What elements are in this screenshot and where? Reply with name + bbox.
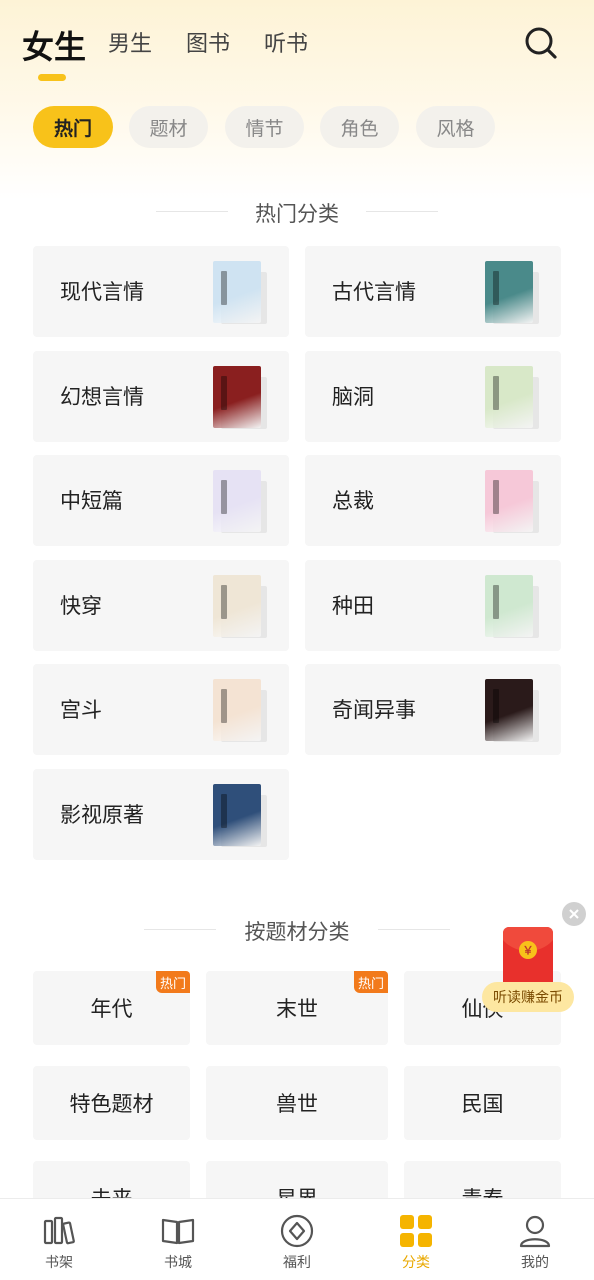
promo-label[interactable]: 听读赚金币: [482, 982, 574, 1012]
section-divider-right: [378, 929, 450, 930]
nav-label: 我的: [521, 1255, 549, 1271]
hot-category-card[interactable]: 宫斗: [33, 664, 289, 755]
cover-title-strip: [221, 376, 227, 410]
category-label: 总裁: [332, 489, 374, 513]
category-label: 年代: [90, 997, 133, 1021]
cover-title-strip: [493, 480, 499, 514]
search-icon[interactable]: [524, 26, 558, 60]
book-cover-image: [213, 575, 261, 637]
subject-category-card[interactable]: 特色题材: [33, 1066, 190, 1140]
filter-chip-subject[interactable]: 题材: [129, 106, 208, 148]
book-cover-image: [485, 366, 533, 428]
filter-chip-style[interactable]: 风格: [416, 106, 495, 148]
subject-category-card[interactable]: 年代 热门: [33, 971, 190, 1045]
nav-item-profile[interactable]: 我的: [476, 1199, 594, 1280]
red-packet-icon[interactable]: ￥: [503, 927, 553, 989]
nav-item-category[interactable]: 分类: [357, 1199, 475, 1280]
nav-label: 书架: [45, 1255, 73, 1271]
category-icon: [400, 1215, 432, 1247]
filter-chip-hot[interactable]: 热门: [33, 106, 113, 148]
tab-male[interactable]: 男生: [108, 26, 152, 58]
subject-category-card[interactable]: 民国: [404, 1066, 561, 1140]
nav-item-bookstore[interactable]: 书城: [119, 1199, 237, 1280]
close-icon: [569, 909, 579, 919]
hot-category-card[interactable]: 奇闻异事: [305, 664, 561, 755]
hot-category-card[interactable]: 古代言情: [305, 246, 561, 337]
book-cover-image: [213, 261, 261, 323]
nav-label: 分类: [402, 1255, 430, 1271]
cover-title-strip: [221, 794, 227, 828]
tab-audiobooks[interactable]: 听书: [264, 26, 308, 58]
filter-chip-row: 热门 题材 情节 角色 风格: [0, 106, 594, 148]
filter-chip-role[interactable]: 角色: [320, 106, 399, 148]
book-cover-image: [485, 470, 533, 532]
cover-title-strip: [221, 480, 227, 514]
hot-category-card[interactable]: 中短篇: [33, 455, 289, 546]
category-label: 影视原著: [60, 803, 144, 827]
category-label: 脑洞: [332, 385, 374, 409]
category-label: 古代言情: [332, 280, 416, 304]
category-label: 兽世: [276, 1092, 318, 1116]
category-label: 民国: [461, 1092, 504, 1116]
cover-title-strip: [493, 376, 499, 410]
hot-category-card[interactable]: 现代言情: [33, 246, 289, 337]
book-store-icon: [161, 1218, 195, 1245]
tab-female[interactable]: 女生: [22, 22, 86, 68]
hot-category-card[interactable]: 种田: [305, 560, 561, 651]
book-cover-image: [485, 575, 533, 637]
category-label: 中短篇: [60, 489, 123, 513]
category-label: 特色题材: [69, 1092, 154, 1116]
coin-icon: ￥: [519, 941, 537, 959]
cover-title-strip: [493, 585, 499, 619]
hot-badge: 热门: [354, 971, 388, 993]
category-label: 种田: [332, 594, 374, 618]
promo-close-button[interactable]: [562, 902, 586, 926]
hot-category-card[interactable]: 快穿: [33, 560, 289, 651]
subject-category-card[interactable]: 兽世: [206, 1066, 388, 1140]
cover-title-strip: [221, 585, 227, 619]
book-cover-image: [213, 784, 261, 846]
bottom-navigation-bar: 书架 书城 福利 分类 我的: [0, 1198, 594, 1280]
section-divider-right: [366, 211, 438, 212]
category-label: 宫斗: [60, 698, 102, 722]
nav-item-bookshelf[interactable]: 书架: [0, 1199, 118, 1280]
book-cover-image: [213, 470, 261, 532]
nav-item-welfare[interactable]: 福利: [238, 1199, 356, 1280]
subject-category-card[interactable]: 末世 热门: [206, 971, 388, 1045]
cover-title-strip: [221, 271, 227, 305]
top-tab-bar: 女生 男生 图书 听书: [0, 0, 594, 90]
hot-badge: 热门: [156, 971, 190, 993]
hot-category-card[interactable]: 影视原著: [33, 769, 289, 860]
hot-category-card[interactable]: 总裁: [305, 455, 561, 546]
welfare-icon: [280, 1214, 314, 1248]
category-label: 快穿: [60, 594, 102, 618]
hot-category-card[interactable]: 幻想言情: [33, 351, 289, 442]
hot-section-title: 热门分类: [255, 202, 339, 226]
tab-books[interactable]: 图书: [186, 26, 230, 58]
category-label: 奇闻异事: [332, 698, 416, 722]
nav-label: 福利: [283, 1255, 311, 1271]
category-label: 现代言情: [60, 280, 144, 304]
active-tab-indicator: [38, 74, 66, 81]
book-cover-image: [485, 261, 533, 323]
hot-category-card[interactable]: 脑洞: [305, 351, 561, 442]
book-cover-image: [213, 366, 261, 428]
cover-title-strip: [493, 271, 499, 305]
profile-icon: [519, 1215, 551, 1248]
book-cover-image: [485, 679, 533, 741]
category-label: 幻想言情: [60, 385, 144, 409]
cover-title-strip: [493, 689, 499, 723]
cover-title-strip: [221, 689, 227, 723]
bookshelf-icon: [43, 1216, 75, 1245]
category-label: 末世: [276, 997, 318, 1021]
nav-label: 书城: [164, 1255, 192, 1271]
filter-chip-plot[interactable]: 情节: [225, 106, 304, 148]
book-cover-image: [213, 679, 261, 741]
